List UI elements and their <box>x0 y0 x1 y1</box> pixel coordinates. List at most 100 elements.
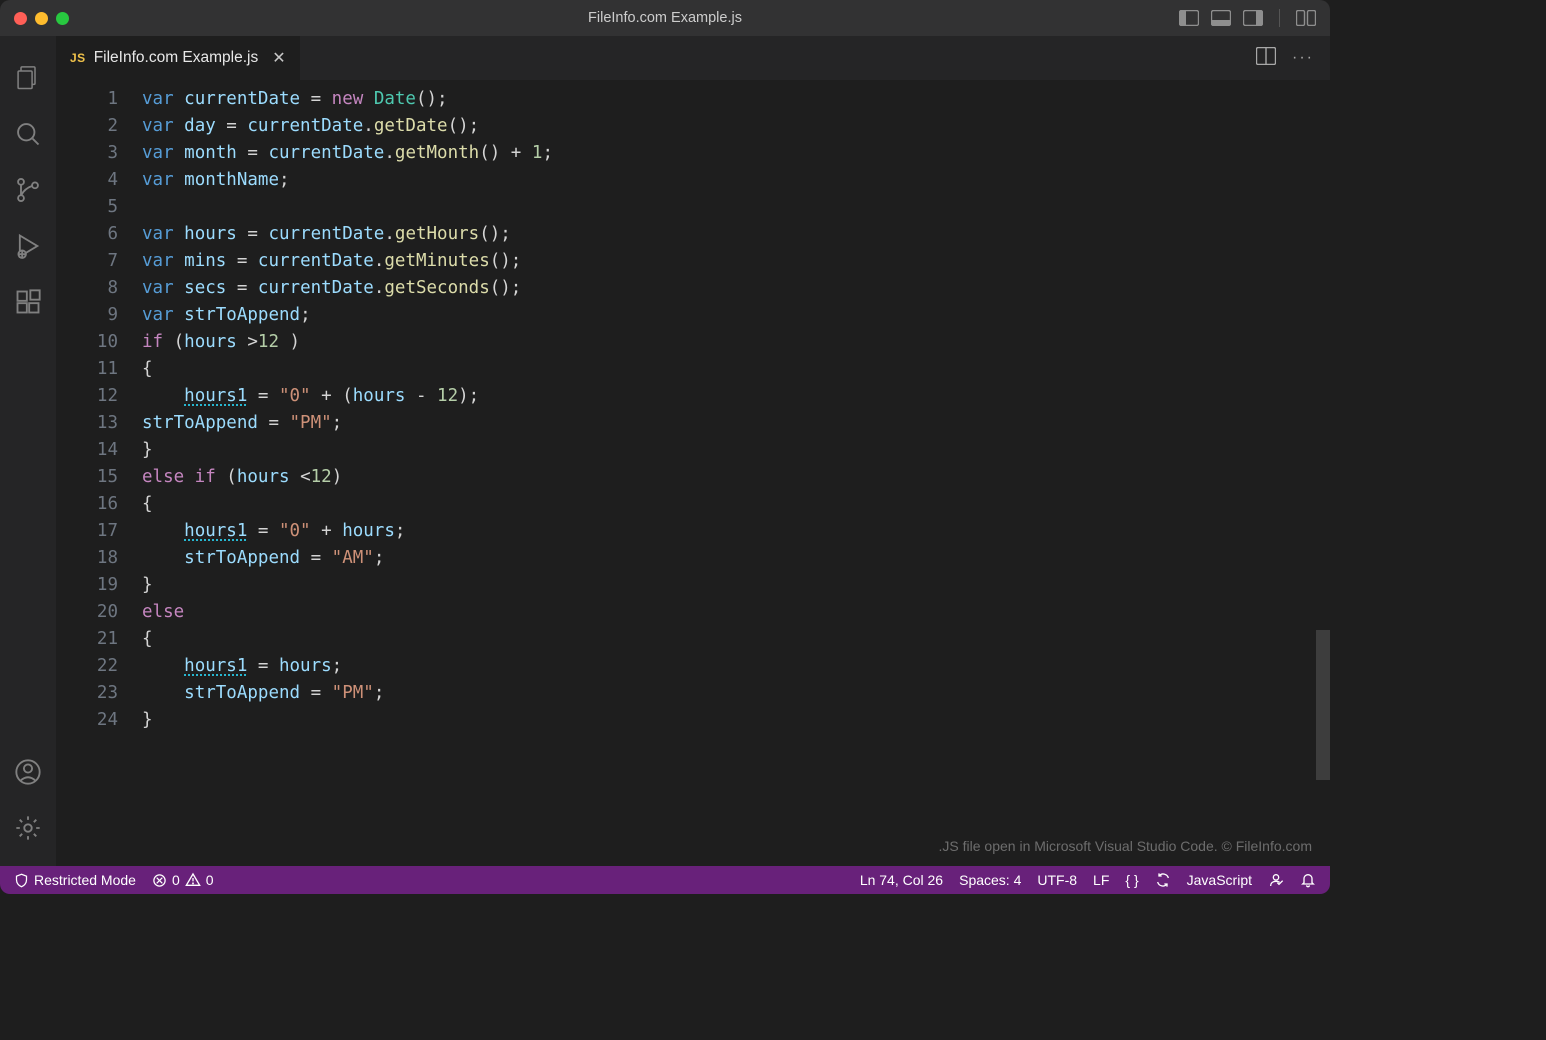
more-actions-icon[interactable]: ··· <box>1292 49 1314 67</box>
line-number: 17 <box>56 518 118 545</box>
activity-bar <box>0 36 56 866</box>
line-number: 6 <box>56 221 118 248</box>
source-control-icon[interactable] <box>0 162 56 218</box>
minimize-window-button[interactable] <box>35 12 48 25</box>
scrollbar-track[interactable] <box>1316 80 1330 866</box>
editor-actions: ··· <box>1256 36 1330 80</box>
braces-button[interactable]: { } <box>1117 872 1146 888</box>
braces-icon: { } <box>1125 872 1138 888</box>
code-line[interactable]: var strToAppend; <box>142 302 1330 329</box>
vscode-window: FileInfo.com Example.js <box>0 0 1330 894</box>
code-line[interactable]: strToAppend = "PM"; <box>142 680 1330 707</box>
toggle-secondary-sidebar-icon[interactable] <box>1243 10 1263 26</box>
window-title: FileInfo.com Example.js <box>588 10 742 26</box>
code-line[interactable]: var currentDate = new Date(); <box>142 86 1330 113</box>
settings-gear-icon[interactable] <box>0 800 56 856</box>
line-number: 2 <box>56 113 118 140</box>
sync-icon <box>1155 872 1171 888</box>
watermark-text: .JS file open in Microsoft Visual Studio… <box>939 833 1312 860</box>
line-number: 4 <box>56 167 118 194</box>
editor-tab[interactable]: JS FileInfo.com Example.js ✕ <box>56 36 300 80</box>
explorer-icon[interactable] <box>0 50 56 106</box>
code-line[interactable]: var day = currentDate.getDate(); <box>142 113 1330 140</box>
line-number: 24 <box>56 707 118 734</box>
line-number: 15 <box>56 464 118 491</box>
code-line[interactable]: var month = currentDate.getMonth() + 1; <box>142 140 1330 167</box>
code-content[interactable]: var currentDate = new Date();var day = c… <box>142 80 1330 866</box>
code-line[interactable]: hours1 = "0" + hours; <box>142 518 1330 545</box>
sync-button[interactable] <box>1147 872 1179 888</box>
line-number: 1 <box>56 86 118 113</box>
scrollbar-thumb[interactable] <box>1316 630 1330 780</box>
close-tab-icon[interactable]: ✕ <box>272 48 285 68</box>
code-line[interactable]: { <box>142 491 1330 518</box>
code-line[interactable]: } <box>142 572 1330 599</box>
line-number: 18 <box>56 545 118 572</box>
status-bar-right: Ln 74, Col 26 Spaces: 4 UTF-8 LF { } Jav… <box>852 872 1324 888</box>
titlebar-layout-controls <box>1179 9 1330 27</box>
zoom-window-button[interactable] <box>56 12 69 25</box>
code-line[interactable]: var monthName; <box>142 167 1330 194</box>
line-number: 3 <box>56 140 118 167</box>
eol-label: LF <box>1093 872 1109 888</box>
code-line[interactable]: { <box>142 356 1330 383</box>
code-line[interactable]: var secs = currentDate.getSeconds(); <box>142 275 1330 302</box>
code-line[interactable]: } <box>142 437 1330 464</box>
editor-group: JS FileInfo.com Example.js ✕ ··· 1234567… <box>56 36 1330 866</box>
problems-button[interactable]: 0 0 <box>144 866 222 894</box>
encoding-button[interactable]: UTF-8 <box>1029 872 1085 888</box>
search-icon[interactable] <box>0 106 56 162</box>
feedback-button[interactable] <box>1260 872 1292 888</box>
workbench: JS FileInfo.com Example.js ✕ ··· 1234567… <box>0 36 1330 866</box>
customize-layout-icon[interactable] <box>1296 10 1316 26</box>
encoding-label: UTF-8 <box>1037 872 1077 888</box>
indentation-label: Spaces: 4 <box>959 872 1021 888</box>
warnings-count: 0 <box>206 872 214 888</box>
code-line[interactable]: strToAppend = "AM"; <box>142 545 1330 572</box>
js-file-icon: JS <box>70 51 86 65</box>
code-line[interactable]: else if (hours <12) <box>142 464 1330 491</box>
code-line[interactable]: var hours = currentDate.getHours(); <box>142 221 1330 248</box>
tab-bar: JS FileInfo.com Example.js ✕ ··· <box>56 36 1330 80</box>
tab-filename: FileInfo.com Example.js <box>94 49 259 67</box>
code-line[interactable]: { <box>142 626 1330 653</box>
toggle-panel-icon[interactable] <box>1211 10 1231 26</box>
line-number: 16 <box>56 491 118 518</box>
language-mode-button[interactable]: JavaScript <box>1179 872 1260 888</box>
split-editor-icon[interactable] <box>1256 47 1276 70</box>
notifications-button[interactable] <box>1292 872 1324 888</box>
line-number: 13 <box>56 410 118 437</box>
code-line[interactable]: strToAppend = "PM"; <box>142 410 1330 437</box>
code-line[interactable]: } <box>142 707 1330 734</box>
code-line[interactable]: if (hours >12 ) <box>142 329 1330 356</box>
code-line[interactable] <box>142 194 1330 221</box>
line-number: 19 <box>56 572 118 599</box>
toggle-primary-sidebar-icon[interactable] <box>1179 10 1199 26</box>
line-number: 7 <box>56 248 118 275</box>
feedback-icon <box>1268 872 1284 888</box>
code-line[interactable]: hours1 = hours; <box>142 653 1330 680</box>
eol-button[interactable]: LF <box>1085 872 1117 888</box>
activity-bar-bottom <box>0 744 56 856</box>
errors-count: 0 <box>172 872 180 888</box>
extensions-icon[interactable] <box>0 274 56 330</box>
restricted-mode-button[interactable]: Restricted Mode <box>6 866 144 894</box>
indentation-button[interactable]: Spaces: 4 <box>951 872 1029 888</box>
line-number: 14 <box>56 437 118 464</box>
cursor-position-button[interactable]: Ln 74, Col 26 <box>852 872 951 888</box>
code-line[interactable]: hours1 = "0" + (hours - 12); <box>142 383 1330 410</box>
accounts-icon[interactable] <box>0 744 56 800</box>
warning-icon <box>185 872 201 888</box>
close-window-button[interactable] <box>14 12 27 25</box>
line-number: 11 <box>56 356 118 383</box>
code-line[interactable]: var mins = currentDate.getMinutes(); <box>142 248 1330 275</box>
traffic-lights <box>0 12 69 25</box>
titlebar: FileInfo.com Example.js <box>0 0 1330 36</box>
code-line[interactable]: else <box>142 599 1330 626</box>
separator <box>1279 9 1280 27</box>
line-number: 8 <box>56 275 118 302</box>
cursor-position-label: Ln 74, Col 26 <box>860 872 943 888</box>
code-editor[interactable]: 123456789101112131415161718192021222324 … <box>56 80 1330 866</box>
run-debug-icon[interactable] <box>0 218 56 274</box>
line-number: 21 <box>56 626 118 653</box>
